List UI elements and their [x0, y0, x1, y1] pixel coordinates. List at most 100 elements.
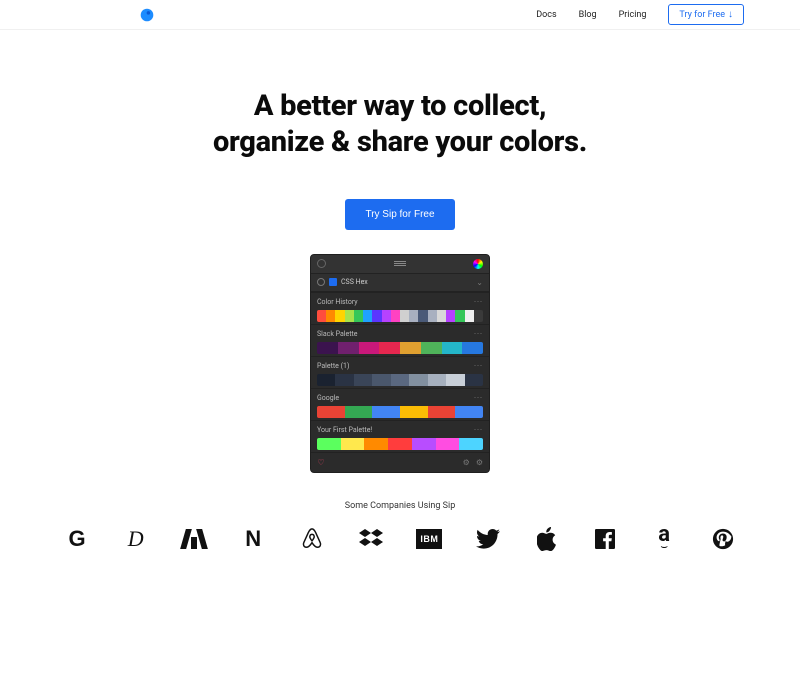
more-icon[interactable]: ⋯: [474, 297, 484, 307]
swatch-row[interactable]: [317, 406, 483, 418]
color-swatch[interactable]: [338, 342, 359, 354]
history-icon[interactable]: [317, 259, 326, 268]
swatch-row[interactable]: [317, 438, 483, 450]
color-swatch[interactable]: [317, 342, 338, 354]
palette-section: Color History⋯: [311, 292, 489, 324]
try-free-button[interactable]: Try for Free ↓: [668, 4, 744, 25]
cta-button[interactable]: Try Sip for Free: [345, 199, 454, 230]
logo-dropbox: [354, 525, 388, 553]
more-icon[interactable]: ⋯: [474, 425, 484, 435]
color-swatch[interactable]: [400, 310, 409, 322]
color-swatch[interactable]: [418, 310, 427, 322]
companies-caption: Some Companies Using Sip: [0, 501, 800, 511]
palette-title: Google: [317, 394, 339, 402]
palette-title: Slack Palette: [317, 330, 358, 338]
color-swatch[interactable]: [391, 374, 409, 386]
color-swatch[interactable]: [421, 342, 442, 354]
more-icon[interactable]: ⋯: [474, 329, 484, 339]
palette-section: Your First Palette! ⋯: [311, 420, 489, 452]
color-swatch[interactable]: [455, 310, 464, 322]
color-swatch[interactable]: [455, 406, 483, 418]
color-swatch[interactable]: [372, 406, 400, 418]
color-swatch[interactable]: [428, 406, 456, 418]
palette-section: Google ⋯: [311, 388, 489, 420]
color-swatch[interactable]: [474, 310, 483, 322]
color-swatch[interactable]: [364, 438, 388, 450]
color-swatch[interactable]: [442, 342, 463, 354]
color-swatch[interactable]: [354, 310, 363, 322]
color-swatch[interactable]: [462, 342, 483, 354]
palette-title: Palette (1): [317, 362, 349, 370]
brand-logo[interactable]: [140, 8, 154, 22]
color-swatch[interactable]: [317, 406, 345, 418]
gear-icon[interactable]: ⚙: [476, 458, 483, 467]
panel-title-bar: [311, 255, 489, 274]
settings-icon[interactable]: ⚙: [463, 458, 470, 467]
color-wheel-icon[interactable]: [473, 259, 483, 269]
color-swatch[interactable]: [409, 374, 427, 386]
color-swatch[interactable]: [465, 374, 483, 386]
color-swatch[interactable]: [465, 310, 474, 322]
color-swatch[interactable]: [459, 438, 483, 450]
logo-apple: [530, 525, 564, 553]
hero-title-line2: organize & share your colors.: [213, 125, 587, 159]
color-swatch[interactable]: [391, 310, 400, 322]
menu-icon[interactable]: [394, 261, 406, 266]
nav-link-blog[interactable]: Blog: [579, 10, 597, 20]
color-swatch[interactable]: [335, 310, 344, 322]
hero: A better way to collect, organize & shar…: [0, 30, 800, 473]
nav-link-pricing[interactable]: Pricing: [619, 10, 647, 20]
color-swatch[interactable]: [345, 310, 354, 322]
color-swatch[interactable]: [388, 438, 412, 450]
color-swatch[interactable]: [400, 406, 428, 418]
logo-adobe: [177, 525, 211, 553]
color-swatch[interactable]: [382, 310, 391, 322]
more-icon[interactable]: ⋯: [474, 361, 484, 371]
color-swatch[interactable]: [437, 310, 446, 322]
color-swatch[interactable]: [341, 438, 365, 450]
logo-twitter: [471, 525, 505, 553]
color-swatch[interactable]: [446, 310, 455, 322]
format-row[interactable]: CSS Hex ⌄: [311, 274, 489, 292]
color-swatch[interactable]: [359, 342, 380, 354]
color-swatch[interactable]: [335, 374, 353, 386]
color-swatch[interactable]: [436, 438, 460, 450]
nav-link-docs[interactable]: Docs: [536, 10, 556, 20]
color-swatch[interactable]: [379, 342, 400, 354]
color-swatch[interactable]: [317, 438, 341, 450]
logo-airbnb: [295, 525, 329, 553]
logo-amazon: a⌣: [647, 525, 681, 553]
logo-facebook: [588, 525, 622, 553]
hero-title: A better way to collect, organize & shar…: [0, 88, 800, 161]
color-swatch[interactable]: [326, 310, 335, 322]
heart-icon[interactable]: ♡: [317, 458, 325, 466]
color-swatch[interactable]: [428, 310, 437, 322]
panel-footer: ♡ ⚙ ⚙: [311, 452, 489, 472]
swatch-row[interactable]: [317, 374, 483, 386]
color-swatch[interactable]: [428, 374, 446, 386]
color-swatch[interactable]: [345, 406, 373, 418]
download-arrow-icon: ↓: [728, 9, 733, 20]
swatch-row[interactable]: [317, 310, 483, 322]
color-swatch[interactable]: [372, 374, 390, 386]
current-color-swatch: [329, 278, 337, 286]
color-swatch[interactable]: [412, 438, 436, 450]
logo-pinterest: [706, 525, 740, 553]
color-swatch[interactable]: [354, 374, 372, 386]
palette-section: Slack Palette ⋯: [311, 324, 489, 356]
swatch-row[interactable]: [317, 342, 483, 354]
picker-icon: [317, 278, 325, 286]
logo-netflix: N: [236, 525, 270, 553]
hero-title-line1: A better way to collect,: [254, 89, 546, 123]
color-swatch[interactable]: [409, 310, 418, 322]
more-icon[interactable]: ⋯: [474, 393, 484, 403]
color-swatch[interactable]: [363, 310, 372, 322]
top-nav: Docs Blog Pricing Try for Free ↓: [0, 0, 800, 30]
chevron-down-icon: ⌄: [476, 278, 483, 287]
color-swatch[interactable]: [446, 374, 464, 386]
palette-title: Your First Palette!: [317, 426, 372, 434]
color-swatch[interactable]: [317, 374, 335, 386]
color-swatch[interactable]: [317, 310, 326, 322]
color-swatch[interactable]: [400, 342, 421, 354]
color-swatch[interactable]: [372, 310, 381, 322]
